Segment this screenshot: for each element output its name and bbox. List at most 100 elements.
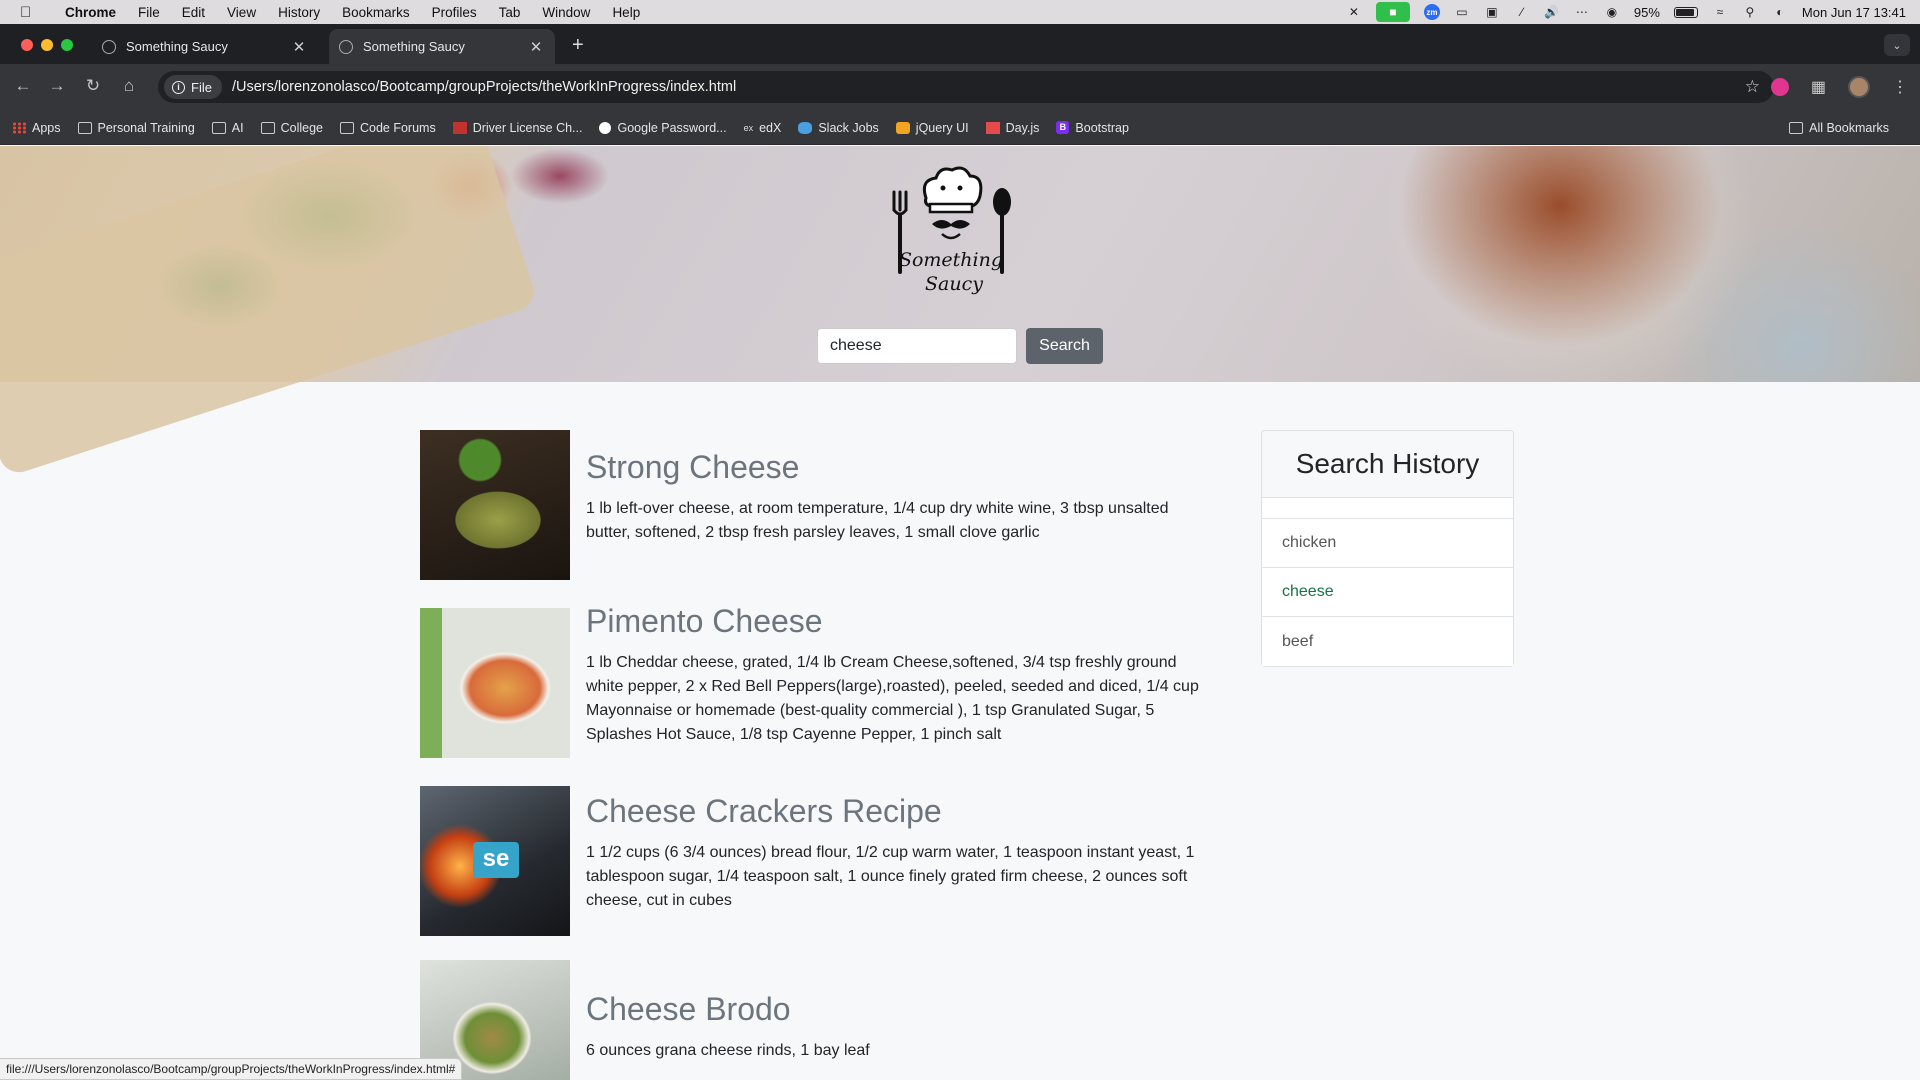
- menu-history[interactable]: History: [267, 5, 331, 20]
- recipe-search-input[interactable]: [817, 328, 1017, 364]
- zoom-icon[interactable]: zm: [1423, 4, 1440, 20]
- forward-arrow-icon[interactable]: →: [46, 76, 68, 96]
- menu-help[interactable]: Help: [601, 5, 651, 20]
- bookmark-dayjs[interactable]: Day.js: [985, 120, 1040, 135]
- battery-icon[interactable]: [1673, 6, 1698, 18]
- wifi-icon[interactable]: ≈: [1712, 5, 1728, 19]
- facetime-icon[interactable]: ■: [1375, 2, 1410, 22]
- logo-text-saucy: Saucy: [925, 273, 983, 295]
- bookmark-label: Apps: [32, 120, 61, 135]
- bookmark-personal-training[interactable]: Personal Training: [77, 121, 195, 135]
- bookmark-ai[interactable]: AI: [211, 120, 244, 135]
- bookmark-edx[interactable]: ex edX: [744, 121, 782, 135]
- recipe-ingredients: 1 lb Cheddar cheese, grated, 1/4 lb Crea…: [586, 654, 1199, 743]
- menu-window[interactable]: Window: [531, 5, 601, 20]
- recipe-title[interactable]: Cheese Crackers Recipe: [586, 793, 942, 830]
- new-tab-plus-icon[interactable]: +: [572, 34, 584, 57]
- bookmark-label: jQuery UI: [915, 120, 969, 135]
- search-history-list: chicken cheese beef: [1262, 518, 1513, 666]
- bookmark-driver-license[interactable]: Driver License Ch...: [452, 121, 582, 135]
- menu-edit[interactable]: Edit: [171, 5, 216, 20]
- address-bar[interactable]: i File /Users/lorenzonolasco/Bootcamp/gr…: [158, 71, 1774, 103]
- bookmark-college[interactable]: College: [260, 120, 323, 135]
- battery-percent: 95%: [1633, 4, 1660, 20]
- cutting-board-decoration: [0, 146, 539, 478]
- history-item-chicken[interactable]: chicken: [1262, 519, 1513, 568]
- jquery-icon: [895, 121, 910, 134]
- folder-icon: [77, 121, 92, 134]
- spotlight-search-icon[interactable]: ⚲: [1742, 5, 1758, 19]
- tab-title: Something Saucy: [363, 39, 465, 54]
- menu-tab[interactable]: Tab: [488, 5, 532, 20]
- recipe-card[interactable]: se Cheese Crackers Recipe 1 1/2 cups (6 …: [420, 786, 1220, 936]
- chrome-menu-kebab-icon[interactable]: ⋮: [1892, 77, 1908, 97]
- browser-tab-2-active[interactable]: Something Saucy ✕: [329, 29, 555, 64]
- menu-file[interactable]: File: [127, 5, 171, 20]
- recipe-thumbnail[interactable]: se: [420, 786, 570, 936]
- search-button[interactable]: Search: [1026, 328, 1103, 364]
- back-arrow-icon[interactable]: ←: [12, 76, 34, 96]
- bookmark-label: Bootstrap: [1075, 120, 1129, 135]
- folder-icon: [1789, 121, 1804, 134]
- window-icon[interactable]: ▭: [1454, 5, 1470, 19]
- bookmark-slack-jobs[interactable]: Slack Jobs: [798, 120, 879, 135]
- tab-search-chevron-icon[interactable]: ⌄: [1884, 34, 1910, 56]
- menu-app-name[interactable]: Chrome: [54, 5, 127, 20]
- globe-favicon-icon: [339, 39, 353, 54]
- menu-bookmarks[interactable]: Bookmarks: [331, 5, 421, 20]
- all-bookmarks[interactable]: All Bookmarks: [1789, 121, 1889, 135]
- globe-favicon-icon: [102, 39, 116, 54]
- search-history-panel: Search History chicken cheese beef: [1261, 430, 1514, 667]
- bookmark-label: Slack Jobs: [818, 120, 879, 135]
- menu-bar-clock[interactable]: Mon Jun 17 13:41: [1802, 5, 1906, 20]
- extension-icon[interactable]: [1770, 78, 1789, 96]
- bookmark-apps[interactable]: Apps: [12, 121, 61, 135]
- browser-toolbar: ← → ↻ ⌂ i File /Users/lorenzonolasco/Boo…: [0, 64, 1920, 111]
- mic-muted-icon[interactable]: ✕: [1346, 5, 1362, 19]
- web-page: Something Saucy Search Strong Cheese 1 l…: [0, 146, 1920, 1080]
- bookmark-jquery-ui[interactable]: jQuery UI: [895, 120, 969, 135]
- recipe-card[interactable]: Cheese Brodo 6 ounces grana cheese rinds…: [420, 960, 1220, 1080]
- slack-icon: [798, 121, 813, 134]
- recipe-card[interactable]: Pimento Cheese 1 lb Cheddar cheese, grat…: [420, 603, 1220, 758]
- bluetooth-off-icon[interactable]: ∕: [1514, 5, 1530, 19]
- site-info-chip[interactable]: i File: [164, 75, 222, 99]
- bookmark-code-forums[interactable]: Code Forums: [339, 121, 436, 135]
- screen-mirror-icon[interactable]: ▣: [1484, 5, 1500, 19]
- tab-close-icon[interactable]: ✕: [290, 38, 308, 56]
- extensions-puzzle-icon[interactable]: ▦: [1811, 77, 1826, 97]
- user-account-icon[interactable]: ◉: [1604, 5, 1620, 19]
- recipe-thumbnail[interactable]: [420, 608, 570, 758]
- bookmark-label: edX: [759, 120, 782, 135]
- window-close-button[interactable]: [21, 39, 33, 51]
- window-minimize-button[interactable]: [41, 39, 53, 51]
- bookmark-label: College: [280, 120, 323, 135]
- bookmark-google-password[interactable]: Google Password...: [599, 121, 727, 135]
- bookmark-bootstrap[interactable]: B Bootstrap: [1056, 121, 1129, 135]
- recipe-title[interactable]: Strong Cheese: [586, 449, 799, 486]
- bookmark-label: AI: [231, 120, 244, 135]
- bookmark-star-icon[interactable]: ☆: [1745, 77, 1760, 97]
- tab-close-icon[interactable]: ✕: [527, 38, 545, 56]
- profile-avatar[interactable]: [1848, 76, 1870, 98]
- bookmark-label: Day.js: [1005, 120, 1040, 135]
- menu-view[interactable]: View: [216, 5, 267, 20]
- menu-profiles[interactable]: Profiles: [421, 5, 488, 20]
- home-icon[interactable]: ⌂: [118, 76, 140, 96]
- time-machine-icon[interactable]: ⋯: [1574, 5, 1590, 19]
- recipe-title[interactable]: Pimento Cheese: [586, 603, 823, 640]
- apple-logo-icon[interactable]: : [20, 4, 38, 21]
- reload-icon[interactable]: ↻: [82, 76, 104, 96]
- volume-icon[interactable]: 🔊: [1544, 5, 1560, 19]
- recipe-title[interactable]: Cheese Brodo: [586, 991, 791, 1028]
- recipe-thumbnail[interactable]: [420, 430, 570, 580]
- browser-tab-1[interactable]: Something Saucy ✕: [92, 29, 318, 64]
- history-item-beef[interactable]: beef: [1262, 617, 1513, 666]
- site-info-label: File: [191, 79, 212, 95]
- control-center-icon[interactable]: ◐: [1772, 5, 1788, 19]
- address-url[interactable]: /Users/lorenzonolasco/Bootcamp/groupProj…: [232, 79, 736, 95]
- recipe-card[interactable]: Strong Cheese 1 lb left-over cheese, at …: [420, 430, 1220, 580]
- dlc-icon: [452, 121, 467, 134]
- history-item-cheese[interactable]: cheese: [1262, 568, 1513, 617]
- window-zoom-button[interactable]: [61, 39, 73, 51]
